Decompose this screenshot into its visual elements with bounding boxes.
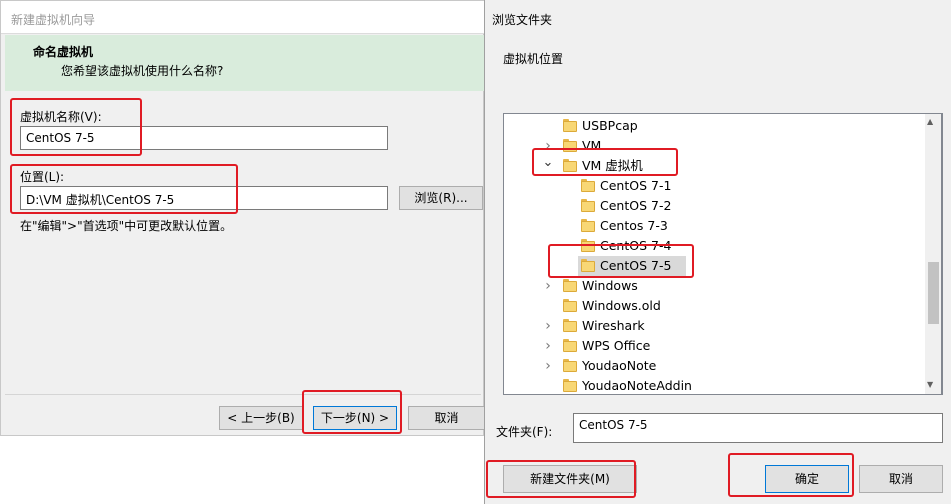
tree-item-label: Windows.old xyxy=(582,298,661,313)
chevron-right-icon[interactable]: › xyxy=(542,356,554,376)
folder-icon xyxy=(563,159,577,172)
tree-item-label: CentOS 7-2 xyxy=(600,198,672,213)
tree-item[interactable]: › Wireshark xyxy=(504,316,924,336)
default-location-hint: 在"编辑">"首选项"中可更改默认位置。 xyxy=(20,219,233,233)
browse-button[interactable]: 浏览(R)... xyxy=(399,186,483,210)
folder-icon xyxy=(563,299,577,312)
vm-name-input[interactable]: CentOS 7-5 xyxy=(20,126,388,150)
tree-item-label: WPS Office xyxy=(582,338,651,353)
folder-icon xyxy=(563,319,577,332)
tree-item-label: YoudaoNote xyxy=(582,358,657,373)
folder-icon xyxy=(563,139,577,152)
tree-item-label: VM 虚拟机 xyxy=(582,158,643,173)
tree-item[interactable]: CentOS 7-1 xyxy=(504,176,924,196)
chevron-down-icon[interactable]: ⌄ xyxy=(542,153,554,173)
tree-item-label: Windows xyxy=(582,278,638,293)
vm-name-label: 虚拟机名称(V): xyxy=(20,110,102,124)
folder-icon xyxy=(563,339,577,352)
folder-icon xyxy=(581,179,595,192)
tree-item[interactable]: › WPS Office xyxy=(504,336,924,356)
folder-label: 文件夹(F): xyxy=(496,425,553,439)
wizard-titlebar[interactable]: 新建虚拟机向导 xyxy=(1,1,485,34)
tree-item[interactable]: › Windows xyxy=(504,276,924,296)
folder-icon xyxy=(581,219,595,232)
tree-item[interactable]: USBPcap xyxy=(504,116,924,136)
location-input[interactable]: D:\VM 虚拟机\CentOS 7-5 xyxy=(20,186,388,210)
browse-cancel-button[interactable]: 取消 xyxy=(859,465,943,493)
folder-icon xyxy=(563,359,577,372)
ok-button[interactable]: 确定 xyxy=(765,465,849,493)
back-button[interactable]: < 上一步(B) xyxy=(219,406,303,430)
new-folder-button[interactable]: 新建文件夹(M) xyxy=(503,465,637,493)
browse-folder-dialog: 浏览文件夹 虚拟机位置 USBPcap › VM ⌄ VM 虚拟机 CentOS 7-1 C… xyxy=(484,0,951,504)
wizard-footer-divider xyxy=(5,394,481,395)
tree-item-label: CentOS 7-1 xyxy=(600,178,672,193)
chevron-right-icon[interactable]: › xyxy=(542,316,554,336)
tree-item[interactable]: Centos 7-3 xyxy=(504,216,924,236)
tree-scrollbar[interactable]: ▲ ▼ xyxy=(925,113,942,395)
tree-item[interactable]: CentOS 7-2 xyxy=(504,196,924,216)
folder-icon xyxy=(581,239,595,252)
wizard-header-title: 命名虚拟机 xyxy=(33,45,94,59)
tree-item-label: VM xyxy=(582,138,602,153)
folder-icon xyxy=(581,259,595,272)
tree-item-label: CentOS 7-4 xyxy=(600,238,672,253)
folder-icon xyxy=(563,119,577,132)
tree-item-label: USBPcap xyxy=(582,118,638,133)
scroll-down-icon[interactable]: ▼ xyxy=(927,380,933,389)
tree-item-label: Centos 7-3 xyxy=(600,218,668,233)
wizard-header: 命名虚拟机 您希望该虚拟机使用什么名称? xyxy=(5,35,485,91)
location-label: 位置(L): xyxy=(20,170,65,184)
browse-title: 浏览文件夹 xyxy=(492,13,553,27)
folder-icon xyxy=(581,199,595,212)
tree-item[interactable]: YoudaoNoteAddin xyxy=(504,376,924,394)
chevron-right-icon[interactable]: › xyxy=(542,336,554,356)
browse-prompt: 虚拟机位置 xyxy=(503,52,564,66)
tree-item[interactable]: CentOS 7-5 xyxy=(504,256,924,276)
cancel-button[interactable]: 取消 xyxy=(408,406,485,430)
tree-item[interactable]: › VM xyxy=(504,136,924,156)
tree-item[interactable]: › YoudaoNote xyxy=(504,356,924,376)
tree-item[interactable]: ⌄ VM 虚拟机 xyxy=(504,153,924,176)
next-button[interactable]: 下一步(N) > xyxy=(313,406,397,430)
tree-item[interactable]: Windows.old xyxy=(504,296,924,316)
wizard-header-subtitle: 您希望该虚拟机使用什么名称? xyxy=(61,64,224,78)
folder-icon xyxy=(563,379,577,392)
folder-icon xyxy=(563,279,577,292)
folder-tree[interactable]: USBPcap › VM ⌄ VM 虚拟机 CentOS 7-1 CentOS 7-2 Cen… xyxy=(503,113,943,395)
chevron-right-icon[interactable]: › xyxy=(542,276,554,296)
tree-item[interactable]: CentOS 7-4 xyxy=(504,236,924,256)
browse-titlebar[interactable]: 浏览文件夹 xyxy=(485,0,951,33)
tree-item-label: Wireshark xyxy=(582,318,645,333)
new-vm-wizard-window: 新建虚拟机向导 命名虚拟机 您希望该虚拟机使用什么名称? 虚拟机名称(V): C… xyxy=(0,0,485,436)
tree-item-label: YoudaoNoteAddin xyxy=(582,378,692,393)
folder-input[interactable]: CentOS 7-5 xyxy=(573,413,943,443)
scroll-up-icon[interactable]: ▲ xyxy=(927,117,933,126)
scrollbar-thumb[interactable] xyxy=(928,262,939,324)
tree-item-label: CentOS 7-5 xyxy=(600,258,672,273)
wizard-title: 新建虚拟机向导 xyxy=(11,13,96,27)
